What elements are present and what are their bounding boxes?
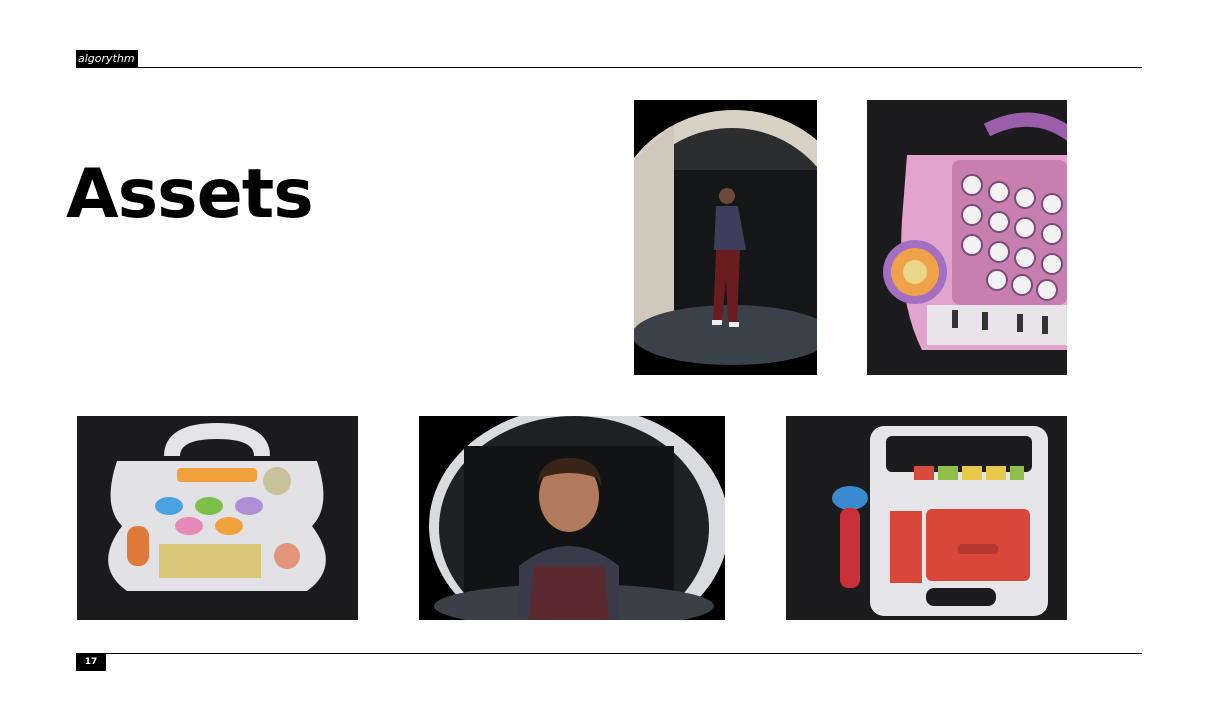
footer-divider — [76, 653, 1142, 654]
photo-full-body-portrait — [634, 100, 817, 375]
photo-toy-cassette-player — [786, 416, 1067, 620]
slide-title: Assets — [66, 155, 314, 234]
photo-white-animal-toy — [77, 416, 358, 620]
photo-pink-alphabet-toy — [867, 100, 1067, 375]
page-number: 17 — [76, 654, 106, 671]
brand-logo: algorythm — [76, 50, 138, 67]
photo-closeup-portrait — [419, 416, 725, 620]
header-divider — [76, 67, 1142, 68]
